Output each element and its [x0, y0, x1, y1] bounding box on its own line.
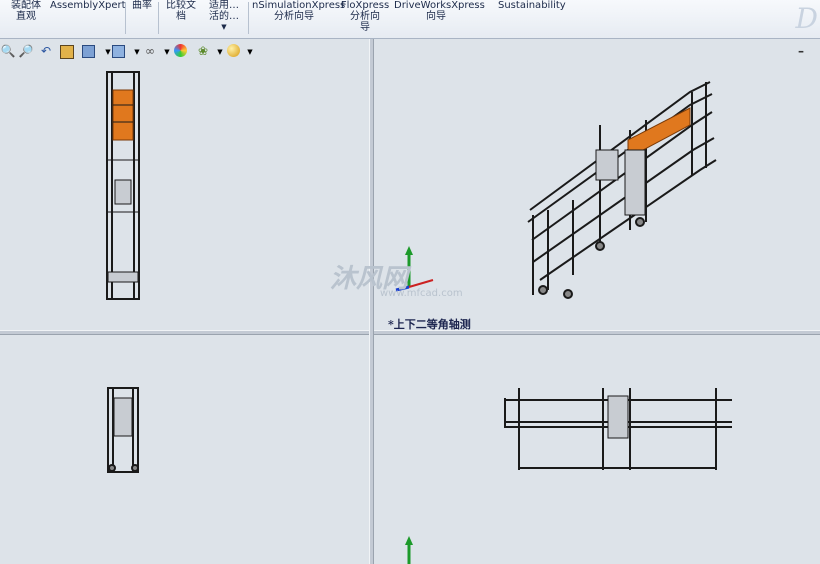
watermark: 沐风网 www.mfcad.com — [330, 264, 463, 299]
side-view — [107, 387, 139, 473]
model-drawing — [106, 71, 732, 564]
isometric-view — [527, 81, 717, 299]
top-view — [504, 388, 732, 470]
front-view — [106, 71, 140, 300]
triad-bottom — [405, 536, 413, 564]
view-orientation-label: *上下二等角轴测 — [388, 318, 471, 331]
